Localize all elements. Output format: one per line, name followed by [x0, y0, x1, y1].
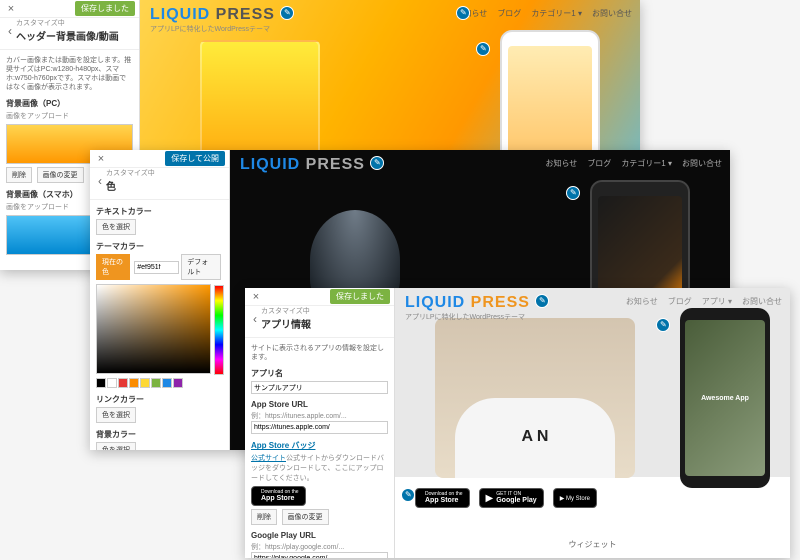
sidebar: × 保存して公開 ‹ カスタマイズ中 色 テキストカラー 色を選択 テーマカラー…	[90, 150, 230, 450]
swatch[interactable]	[129, 378, 139, 388]
back-button[interactable]: ‹	[94, 174, 106, 188]
close-button[interactable]: ×	[94, 152, 108, 166]
hue-slider[interactable]	[214, 285, 224, 375]
tagline: アプリLPに特化したWordPressテーマ	[405, 312, 525, 322]
customizer-app-info: × 保存しました ‹ カスタマイズ中 アプリ情報 サイトに表示されるアプリの情報…	[245, 288, 790, 558]
change-image-button[interactable]: 画像の変更	[282, 509, 329, 525]
label-text-color: テキストカラー	[96, 206, 223, 217]
current-color-swatch[interactable]: 現在の色	[96, 254, 130, 280]
hero-image	[435, 318, 635, 478]
upload-hint: 画像をアップロード	[6, 111, 133, 121]
nav: お知らせ ブログ カテゴリー1 ▾ お問い合せ	[455, 8, 632, 19]
app-name-input[interactable]	[251, 381, 388, 394]
publish-button[interactable]: 保存して公開	[165, 151, 225, 166]
breadcrumb-sub: カスタマイズ中	[106, 168, 225, 178]
appstore-url-input[interactable]	[251, 421, 388, 434]
brand-logo: LIQUID PRESS	[405, 294, 530, 312]
label-appstore-url: App Store URL	[251, 400, 388, 409]
saved-button[interactable]: 保存しました	[75, 1, 135, 16]
breadcrumb-sub: カスタマイズ中	[16, 18, 135, 28]
breadcrumb-sub: カスタマイズ中	[261, 306, 390, 316]
section-title: 色	[106, 178, 225, 193]
label-gplay-url: Google Play URL	[251, 531, 388, 540]
appstore-badge-thumb[interactable]: Download on theApp Store	[251, 486, 306, 506]
nav-news[interactable]: お知らせ	[626, 296, 658, 307]
back-button[interactable]: ‹	[4, 24, 16, 38]
nav-cat[interactable]: カテゴリー1 ▾	[531, 8, 582, 19]
phone-screen: Awesome App	[685, 320, 765, 476]
label-bg-pc: 背景画像（PC）	[6, 98, 133, 109]
section-desc: カバー画像または動画を設定します。推奨サイズはPC:w1280-h480px、ス…	[6, 56, 133, 92]
widget-label: ウィジェット	[569, 539, 617, 550]
select-color-button[interactable]: 色を選択	[96, 219, 136, 235]
section-desc: サイトに表示されるアプリの情報を設定します。	[251, 344, 388, 362]
change-image-button[interactable]: 画像の変更	[37, 167, 84, 183]
swatch[interactable]	[96, 378, 106, 388]
label-bg-color: 背景カラー	[96, 429, 223, 440]
nav-cat[interactable]: アプリ ▾	[702, 296, 732, 307]
edit-shortcut-icon[interactable]	[280, 6, 294, 20]
color-picker[interactable]	[96, 284, 211, 374]
nav-blog[interactable]: ブログ	[497, 8, 521, 19]
section-title: アプリ情報	[261, 316, 390, 331]
swatch[interactable]	[173, 378, 183, 388]
nav-news[interactable]: お知らせ	[545, 158, 577, 169]
nav-contact[interactable]: お問い合せ	[682, 158, 722, 169]
nav: お知らせ ブログ カテゴリー1 ▾ お問い合せ	[545, 158, 722, 169]
swatch[interactable]	[162, 378, 172, 388]
saved-button[interactable]: 保存しました	[330, 289, 390, 304]
label-app-name: アプリ名	[251, 368, 388, 379]
play-icon: ▶	[486, 493, 494, 504]
edit-shortcut-icon[interactable]	[566, 186, 580, 200]
delete-button[interactable]: 削除	[251, 509, 277, 525]
sidebar: × 保存しました ‹ カスタマイズ中 アプリ情報 サイトに表示されるアプリの情報…	[245, 288, 395, 558]
edit-shortcut-icon[interactable]	[535, 294, 549, 308]
nav: お知らせ ブログ アプリ ▾ お問い合せ	[626, 296, 782, 307]
swatch[interactable]	[151, 378, 161, 388]
section-title: ヘッダー背景画像/動画	[16, 28, 135, 43]
edit-shortcut-icon[interactable]	[656, 318, 670, 332]
swatch[interactable]	[118, 378, 128, 388]
edit-shortcut-icon[interactable]	[370, 156, 384, 170]
select-color-button[interactable]: 色を選択	[96, 442, 136, 450]
swatch[interactable]	[107, 378, 117, 388]
close-button[interactable]: ×	[249, 290, 263, 304]
appstore-url-hint: 例：https://itunes.apple.com/...	[251, 411, 388, 421]
tagline: アプリLPに特化したWordPressテーマ	[150, 24, 270, 34]
gplay-url-hint: 例：https://play.google.com/...	[251, 542, 388, 552]
label-theme-color: テーマカラー	[96, 241, 223, 252]
nav-blog[interactable]: ブログ	[587, 158, 611, 169]
hex-input[interactable]	[134, 261, 179, 274]
nav-contact[interactable]: お問い合せ	[592, 8, 632, 19]
nav-contact[interactable]: お問い合せ	[742, 296, 782, 307]
brand-logo: LIQUID PRESS	[150, 6, 275, 24]
close-button[interactable]: ×	[4, 2, 18, 16]
preview: LIQUID PRESS アプリLPに特化したWordPressテーマ お知らせ…	[395, 288, 790, 558]
default-button[interactable]: デフォルト	[181, 254, 221, 280]
edit-shortcut-icon[interactable]	[456, 6, 470, 20]
delete-button[interactable]: 削除	[6, 167, 32, 183]
swatch[interactable]	[140, 378, 150, 388]
googleplay-badge[interactable]: ▶GET IT ONGoogle Play	[479, 488, 544, 508]
mystore-badge[interactable]: ▶ My Store	[553, 488, 597, 508]
label-link-color: リンクカラー	[96, 394, 223, 405]
appstore-badge[interactable]: Download on theApp Store	[415, 488, 470, 508]
nav-cat[interactable]: カテゴリー1 ▾	[621, 158, 672, 169]
brand-logo: LIQUID PRESS	[240, 156, 365, 174]
gplay-url-input[interactable]	[251, 552, 388, 558]
select-color-button[interactable]: 色を選択	[96, 407, 136, 423]
swatch-row	[96, 378, 223, 388]
nav-blog[interactable]: ブログ	[668, 296, 692, 307]
edit-shortcut-icon[interactable]	[401, 488, 415, 502]
label-appstore-badge: App Store バッジ	[251, 440, 388, 451]
back-button[interactable]: ‹	[249, 312, 261, 326]
edit-shortcut-icon[interactable]	[476, 42, 490, 56]
badge-desc: 公式サイト公式サイトからダウンロードバッジをダウンロードして、ここにアップロード…	[251, 453, 388, 483]
store-badges: Download on theApp Store ▶GET IT ONGoogl…	[415, 488, 600, 508]
phone-mockup: Awesome App	[680, 308, 770, 488]
